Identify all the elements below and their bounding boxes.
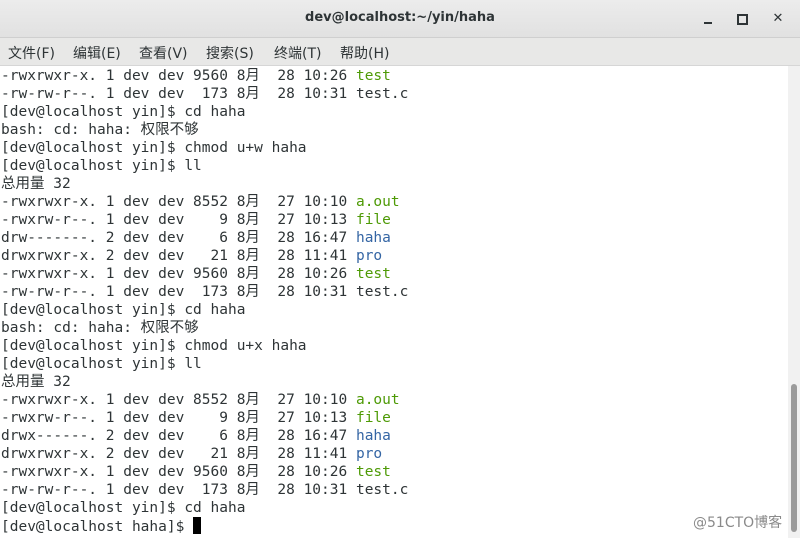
line-text: -rwxrwxr-x. 1 dev dev 9560 8月 28 10:26 [1, 68, 356, 84]
terminal-line: [dev@localhost yin]$ ll [1, 355, 202, 373]
terminal-line: [dev@localhost yin]$ cd haha [1, 301, 245, 319]
terminal-line: -rw-rw-r--. 1 dev dev 173 8月 28 10:31 te… [1, 85, 408, 103]
terminal-line: [dev@localhost haha]$ [1, 517, 202, 535]
line-text: 总用量 32 [1, 374, 71, 390]
close-icon: ✕ [772, 11, 784, 26]
line-text: -rwxrwxr-x. 1 dev dev 9560 8月 28 10:26 [1, 266, 356, 282]
directory-name: haha [355, 428, 391, 444]
terminal-line: drwxrwxr-x. 2 dev dev 21 8月 28 11:41 pro [1, 247, 382, 265]
menu-edit[interactable]: 编辑(E) [73, 43, 121, 63]
terminal-window: dev@localhost:~/yin/haha ✕ 文件(F) 编辑(E) 查… [0, 0, 800, 538]
line-text: drw-------. 2 dev dev 6 8月 28 16:47 [1, 230, 356, 246]
executable-name: test [355, 68, 391, 84]
terminal-line: [dev@localhost yin]$ ll [1, 157, 202, 175]
terminal-line: drw-------. 2 dev dev 6 8月 28 16:47 haha [1, 229, 391, 247]
menu-bar: 文件(F) 编辑(E) 查看(V) 搜索(S) 终端(T) 帮助(H) [0, 38, 800, 66]
minimize-button[interactable] [697, 8, 719, 30]
menu-view[interactable]: 查看(V) [139, 43, 188, 63]
terminal-line: [dev@localhost yin]$ chmod u+w haha [1, 139, 307, 157]
directory-name: pro [355, 446, 383, 462]
line-text: [dev@localhost yin]$ cd haha [1, 500, 246, 516]
terminal-line: bash: cd: haha: 权限不够 [1, 121, 199, 139]
terminal-line: 总用量 32 [1, 175, 71, 193]
line-text: [dev@localhost yin]$ ll [1, 356, 202, 372]
file-name: test.c [355, 86, 409, 102]
line-text: -rwxrwxr-x. 1 dev dev 9560 8月 28 10:26 [1, 464, 356, 480]
terminal-line: -rw-rw-r--. 1 dev dev 173 8月 28 10:31 te… [1, 481, 408, 499]
terminal-line: -rwxrwxr-x. 1 dev dev 9560 8月 28 10:26 t… [1, 265, 391, 283]
line-text: bash: cd: haha: 权限不够 [1, 122, 199, 138]
menu-file[interactable]: 文件(F) [8, 43, 55, 63]
file-name: test.c [355, 284, 409, 300]
executable-name: a.out [355, 194, 400, 210]
directory-name: haha [355, 230, 391, 246]
terminal-line: -rwxrwxr-x. 1 dev dev 8552 8月 27 10:10 a… [1, 391, 400, 409]
menu-search[interactable]: 搜索(S) [206, 43, 254, 63]
text-cursor [193, 517, 202, 534]
menu-terminal[interactable]: 终端(T) [274, 43, 321, 63]
line-text: -rw-rw-r--. 1 dev dev 173 8月 28 10:31 [1, 482, 356, 498]
executable-name: test [355, 464, 391, 480]
terminal-line: drwx------. 2 dev dev 6 8月 28 16:47 haha [1, 427, 391, 445]
line-text: -rwxrwxr-x. 1 dev dev 8552 8月 27 10:10 [1, 392, 356, 408]
line-text: 总用量 32 [1, 176, 71, 192]
terminal-line: bash: cd: haha: 权限不够 [1, 319, 199, 337]
terminal-line: [dev@localhost yin]$ cd haha [1, 499, 245, 517]
terminal-line: -rwxrw-r--. 1 dev dev 9 8月 27 10:13 file [1, 409, 391, 427]
vertical-scrollbar[interactable] [788, 66, 800, 538]
line-text: [dev@localhost yin]$ cd haha [1, 302, 246, 318]
maximize-icon [737, 14, 748, 25]
terminal-line: -rwxrwxr-x. 1 dev dev 9560 8月 28 10:26 t… [1, 67, 391, 85]
directory-name: pro [355, 248, 383, 264]
line-text: -rw-rw-r--. 1 dev dev 173 8月 28 10:31 [1, 86, 356, 102]
file-name: test.c [355, 482, 409, 498]
line-text: [dev@localhost yin]$ cd haha [1, 104, 246, 120]
terminal-line: -rw-rw-r--. 1 dev dev 173 8月 28 10:31 te… [1, 283, 408, 301]
executable-name: file [355, 212, 391, 228]
executable-name: test [355, 266, 391, 282]
line-text: bash: cd: haha: 权限不够 [1, 320, 199, 336]
terminal-line: -rwxrwxr-x. 1 dev dev 8552 8月 27 10:10 a… [1, 193, 400, 211]
terminal-output[interactable]: -rwxrwxr-x. 1 dev dev 9560 8月 28 10:26 t… [0, 66, 788, 538]
line-text: [dev@localhost haha]$ [1, 519, 194, 535]
watermark: @51CTO博客 [693, 515, 783, 531]
executable-name: a.out [355, 392, 400, 408]
menu-help[interactable]: 帮助(H) [340, 43, 389, 63]
terminal-line: -rwxrw-r--. 1 dev dev 9 8月 27 10:13 file [1, 211, 391, 229]
terminal-line: [dev@localhost yin]$ cd haha [1, 103, 245, 121]
scrollbar-thumb[interactable] [791, 384, 797, 532]
window-title: dev@localhost:~/yin/haha [305, 10, 495, 25]
line-text: drwx------. 2 dev dev 6 8月 28 16:47 [1, 428, 356, 444]
minimize-icon [704, 22, 712, 24]
title-bar[interactable]: dev@localhost:~/yin/haha ✕ [0, 0, 800, 38]
terminal-line: -rwxrwxr-x. 1 dev dev 9560 8月 28 10:26 t… [1, 463, 391, 481]
line-text: [dev@localhost yin]$ chmod u+w haha [1, 140, 307, 156]
line-text: -rwxrwxr-x. 1 dev dev 8552 8月 27 10:10 [1, 194, 356, 210]
maximize-button[interactable] [731, 8, 753, 30]
line-text: drwxrwxr-x. 2 dev dev 21 8月 28 11:41 [1, 446, 356, 462]
terminal-line: drwxrwxr-x. 2 dev dev 21 8月 28 11:41 pro [1, 445, 382, 463]
line-text: [dev@localhost yin]$ ll [1, 158, 202, 174]
terminal-line: [dev@localhost yin]$ chmod u+x haha [1, 337, 307, 355]
terminal-line: 总用量 32 [1, 373, 71, 391]
line-text: -rwxrw-r--. 1 dev dev 9 8月 27 10:13 [1, 212, 356, 228]
line-text: -rwxrw-r--. 1 dev dev 9 8月 27 10:13 [1, 410, 356, 426]
line-text: -rw-rw-r--. 1 dev dev 173 8月 28 10:31 [1, 284, 356, 300]
line-text: [dev@localhost yin]$ chmod u+x haha [1, 338, 307, 354]
executable-name: file [355, 410, 391, 426]
line-text: drwxrwxr-x. 2 dev dev 21 8月 28 11:41 [1, 248, 356, 264]
close-button[interactable]: ✕ [767, 8, 789, 30]
